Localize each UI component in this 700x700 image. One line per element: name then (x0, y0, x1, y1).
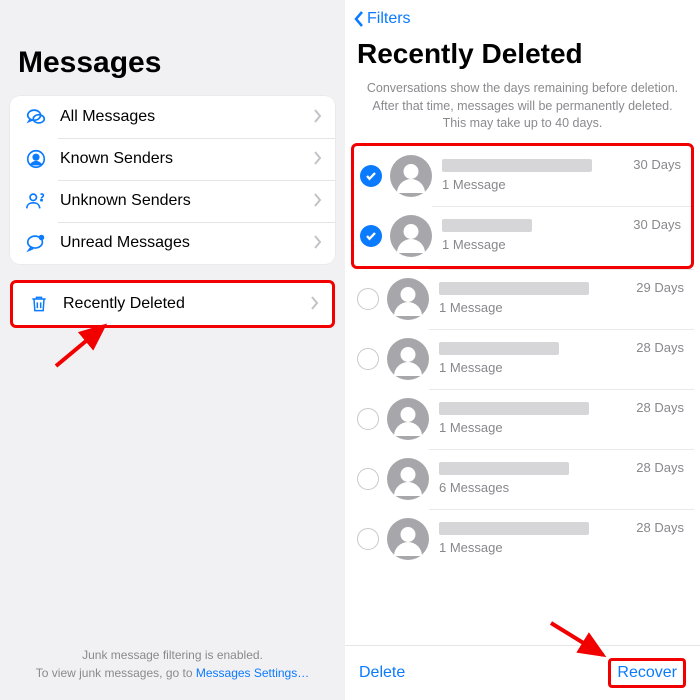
chevron-right-icon (310, 296, 320, 313)
filter-label: Known Senders (50, 150, 313, 168)
bottom-toolbar: Delete Recover (345, 645, 700, 700)
filters-card: All Messages Known Senders Unknown Sende… (10, 96, 335, 264)
conversation-row[interactable]: 6 Messages 28 Days (351, 449, 694, 509)
avatar-icon (387, 518, 429, 560)
message-count: 1 Message (439, 420, 628, 435)
avatar-icon (390, 215, 432, 257)
filter-recently-deleted[interactable]: Recently Deleted (13, 283, 332, 325)
checkbox-unchecked-icon[interactable] (357, 408, 379, 430)
conversation-row[interactable]: 1 Message 28 Days (351, 509, 694, 569)
conversation-row[interactable]: 1 Message 30 Days (354, 206, 691, 266)
filter-all-messages[interactable]: All Messages (10, 96, 335, 138)
conversation-body: 1 Message (439, 402, 628, 435)
checkbox-unchecked-icon[interactable] (357, 468, 379, 490)
chevron-right-icon (313, 235, 323, 252)
message-count: 1 Message (439, 540, 628, 555)
person-circle-icon (22, 148, 50, 170)
days-remaining: 28 Days (628, 460, 684, 475)
avatar-icon (387, 398, 429, 440)
redacted-name (442, 219, 532, 232)
page-title: Recently Deleted (345, 32, 700, 76)
checkbox-checked-icon[interactable] (360, 225, 382, 247)
message-count: 1 Message (439, 360, 628, 375)
messages-settings-link[interactable]: Messages Settings… (196, 666, 309, 680)
days-remaining: 30 Days (625, 217, 681, 232)
conversation-row[interactable]: 1 Message 29 Days (351, 269, 694, 329)
conversation-row[interactable]: 1 Message 28 Days (351, 389, 694, 449)
person-question-icon (22, 190, 50, 212)
checkbox-checked-icon[interactable] (360, 165, 382, 187)
page-title: Messages (10, 40, 335, 96)
filter-unread-messages[interactable]: Unread Messages (10, 222, 335, 264)
redacted-name (439, 522, 589, 535)
chevron-right-icon (313, 193, 323, 210)
back-label: Filters (367, 10, 411, 28)
filter-known-senders[interactable]: Known Senders (10, 138, 335, 180)
checkbox-unchecked-icon[interactable] (357, 528, 379, 550)
conversation-row[interactable]: 1 Message 30 Days (354, 146, 691, 206)
checkbox-unchecked-icon[interactable] (357, 348, 379, 370)
chat-bubbles-icon (22, 106, 50, 128)
footer-line1: Junk message filtering is enabled. (0, 646, 345, 664)
delete-button[interactable]: Delete (359, 664, 405, 682)
chevron-left-icon (353, 10, 365, 28)
filter-label: Unread Messages (50, 234, 313, 252)
recently-deleted-pane: Filters Recently Deleted Conversations s… (345, 0, 700, 700)
redacted-name (439, 342, 559, 355)
days-remaining: 28 Days (628, 340, 684, 355)
avatar-icon (387, 278, 429, 320)
info-text: Conversations show the days remaining be… (345, 76, 700, 143)
trash-icon (25, 294, 53, 314)
checkbox-unchecked-icon[interactable] (357, 288, 379, 310)
redacted-name (439, 402, 589, 415)
avatar-icon (387, 458, 429, 500)
redacted-name (439, 462, 569, 475)
recover-button[interactable]: Recover (608, 658, 686, 688)
footer-line2: To view junk messages, go to Messages Se… (0, 664, 345, 682)
filter-unknown-senders[interactable]: Unknown Senders (10, 180, 335, 222)
days-remaining: 28 Days (628, 520, 684, 535)
filter-label: Recently Deleted (53, 295, 310, 313)
chat-dot-icon (22, 232, 50, 254)
conversation-body: 1 Message (442, 159, 625, 192)
conversation-body: 1 Message (439, 342, 628, 375)
conversation-body: 1 Message (442, 219, 625, 252)
message-count: 1 Message (442, 177, 625, 192)
footer-note: Junk message filtering is enabled. To vi… (0, 646, 345, 682)
back-filters-button[interactable]: Filters (345, 0, 700, 32)
avatar-icon (390, 155, 432, 197)
days-remaining: 29 Days (628, 280, 684, 295)
filter-label: Unknown Senders (50, 192, 313, 210)
messages-filters-pane: Messages All Messages Known Senders Unkn… (0, 0, 345, 700)
recently-deleted-card: Recently Deleted (10, 280, 335, 328)
conversation-body: 6 Messages (439, 462, 628, 495)
conversation-body: 1 Message (439, 522, 628, 555)
chevron-right-icon (313, 109, 323, 126)
redacted-name (439, 282, 589, 295)
message-count: 1 Message (442, 237, 625, 252)
filter-label: All Messages (50, 108, 313, 126)
selected-group-highlight: 1 Message 30 Days 1 Message 30 Days (351, 143, 694, 269)
conversation-list: 1 Message 30 Days 1 Message 30 Days (345, 143, 700, 569)
message-count: 6 Messages (439, 480, 628, 495)
days-remaining: 28 Days (628, 400, 684, 415)
conversation-row[interactable]: 1 Message 28 Days (351, 329, 694, 389)
redacted-name (442, 159, 592, 172)
days-remaining: 30 Days (625, 157, 681, 172)
chevron-right-icon (313, 151, 323, 168)
avatar-icon (387, 338, 429, 380)
message-count: 1 Message (439, 300, 628, 315)
unselected-group: 1 Message 29 Days 1 Message 28 Days 1 Me… (345, 269, 700, 569)
conversation-body: 1 Message (439, 282, 628, 315)
